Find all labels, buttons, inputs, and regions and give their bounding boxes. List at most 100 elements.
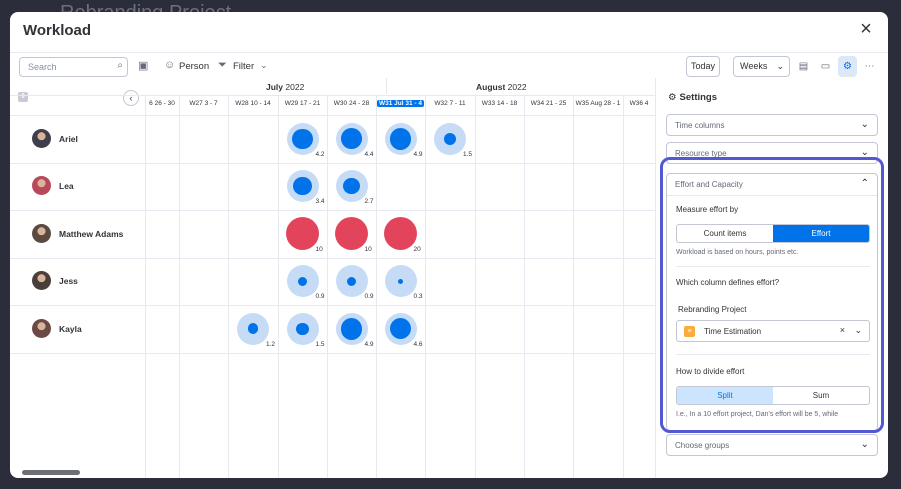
avatar [32, 318, 51, 338]
month-label-august: August 2022 [476, 82, 527, 92]
person-filter-button[interactable]: Person [179, 61, 209, 72]
month-divider [386, 78, 387, 94]
week-header: W29 17 - 21 [284, 100, 321, 107]
more-options-icon[interactable]: ⋯ [860, 56, 879, 77]
workload-value: 3.4 [315, 198, 325, 206]
workload-value: 10 [364, 245, 372, 253]
workload-fill [297, 276, 308, 286]
workload-fill [343, 178, 360, 195]
row-divider [10, 352, 655, 354]
workload-value: 4.9 [413, 150, 423, 158]
workload-fill [389, 127, 412, 150]
over-capacity-bubble[interactable] [286, 217, 319, 251]
close-icon: × [860, 18, 872, 40]
close-button[interactable]: × [856, 18, 876, 40]
workload-value: 1.5 [315, 340, 325, 348]
choose-groups-section[interactable]: Choose groups ⌄ [666, 434, 878, 456]
workload-value: 1.2 [266, 340, 276, 348]
workload-value: 20 [413, 245, 421, 253]
over-capacity-bubble[interactable] [335, 217, 368, 251]
layout-icon[interactable]: ▭ [816, 56, 835, 77]
workload-fill [293, 177, 312, 196]
workload-value: 1.5 [463, 150, 473, 158]
column-divider [573, 96, 574, 478]
row-divider [10, 257, 655, 259]
header-divider [10, 95, 655, 96]
week-header: W35 Aug 28 - 1 [575, 100, 621, 107]
workload-value: 4.2 [315, 150, 325, 158]
workload-value: 0.9 [364, 293, 374, 301]
workload-value: 0.3 [413, 293, 423, 301]
filter-button[interactable]: Filter [233, 61, 254, 72]
column-divider [327, 96, 328, 478]
column-divider [145, 96, 146, 478]
timescale-select[interactable]: Weeks ⌄ [733, 56, 790, 77]
filter-icon[interactable]: ⏷ [218, 59, 227, 72]
week-header: W28 10 - 14 [235, 100, 271, 107]
week-header: W32 7 - 11 [434, 100, 466, 107]
workload-fill [340, 317, 363, 340]
workload-value: 10 [315, 245, 323, 253]
avatar [32, 223, 51, 243]
week-header: W34 21 - 25 [530, 100, 567, 107]
column-divider [623, 96, 624, 478]
horizontal-scrollbar[interactable] [22, 470, 80, 475]
column-divider [179, 96, 180, 478]
search-placeholder: Search [28, 62, 57, 72]
person-name: Lea [59, 181, 74, 192]
person-name: Jess [59, 276, 78, 287]
time-columns-section[interactable]: Time columns ⌄ [666, 114, 878, 136]
column-divider [475, 96, 476, 478]
person-name: Matthew Adams [59, 228, 124, 239]
week-header: W27 3 - 7 [189, 100, 218, 107]
gear-icon: ⚙ [668, 92, 677, 103]
workload-value: 4.9 [364, 340, 374, 348]
over-capacity-bubble[interactable] [384, 217, 417, 251]
row-divider [10, 210, 655, 211]
settings-gear-icon[interactable]: ⚙ [838, 56, 857, 77]
today-button[interactable]: Today [686, 56, 720, 77]
scroll-back-button[interactable]: ‹ [123, 90, 139, 106]
workload-fill [296, 322, 309, 335]
time-columns-label: Time columns [675, 121, 725, 130]
workload-fill [443, 132, 457, 145]
workload-fill [346, 276, 357, 286]
week-header: W36 4 [629, 100, 649, 107]
search-input[interactable]: Search ⌕ [19, 57, 128, 77]
chevron-down-icon: ⌄ [860, 439, 869, 450]
modal-header: Workload × [10, 12, 888, 52]
person-name: Ariel [59, 133, 78, 144]
row-divider [10, 305, 655, 306]
row-divider [10, 162, 655, 164]
column-divider [278, 96, 279, 478]
collapse-rows-icon[interactable]: ⇕ [18, 92, 28, 102]
highlight-frame [660, 157, 884, 433]
week-header: 6 26 - 30 [149, 100, 175, 107]
workload-value: 4.6 [413, 340, 423, 348]
export-icon[interactable]: ▤ [794, 56, 813, 77]
save-view-icon[interactable]: ▣ [138, 59, 148, 72]
column-divider [228, 96, 229, 478]
timescale-value: Weeks [740, 61, 768, 71]
workload-fill [341, 128, 362, 150]
chevron-down-icon: ⌄ [776, 61, 784, 71]
week-header: W33 14 - 18 [481, 100, 518, 107]
modal-title: Workload [23, 22, 92, 39]
chevron-down-icon[interactable]: ⌄ [260, 60, 268, 71]
choose-groups-label: Choose groups [675, 441, 730, 450]
workload-value: 4.4 [364, 150, 374, 158]
column-divider [376, 96, 377, 478]
column-divider [524, 96, 525, 478]
workload-grid: ⇕ ‹ July 2022 August 2022 6 26 - 30 W27 3… [10, 78, 655, 478]
person-name: Kayla [59, 323, 82, 334]
column-divider [425, 96, 426, 478]
week-header: W31 Jul 31 - 4 [377, 100, 424, 107]
search-icon: ⌕ [117, 60, 123, 71]
workload-fill [292, 128, 313, 149]
workload-fill [397, 278, 404, 284]
settings-title: ⚙ Settings [668, 92, 718, 103]
avatar [32, 128, 51, 148]
row-divider [10, 115, 655, 116]
week-header: W30 24 - 28 [333, 100, 370, 107]
person-icon[interactable]: ☺ [164, 59, 175, 71]
